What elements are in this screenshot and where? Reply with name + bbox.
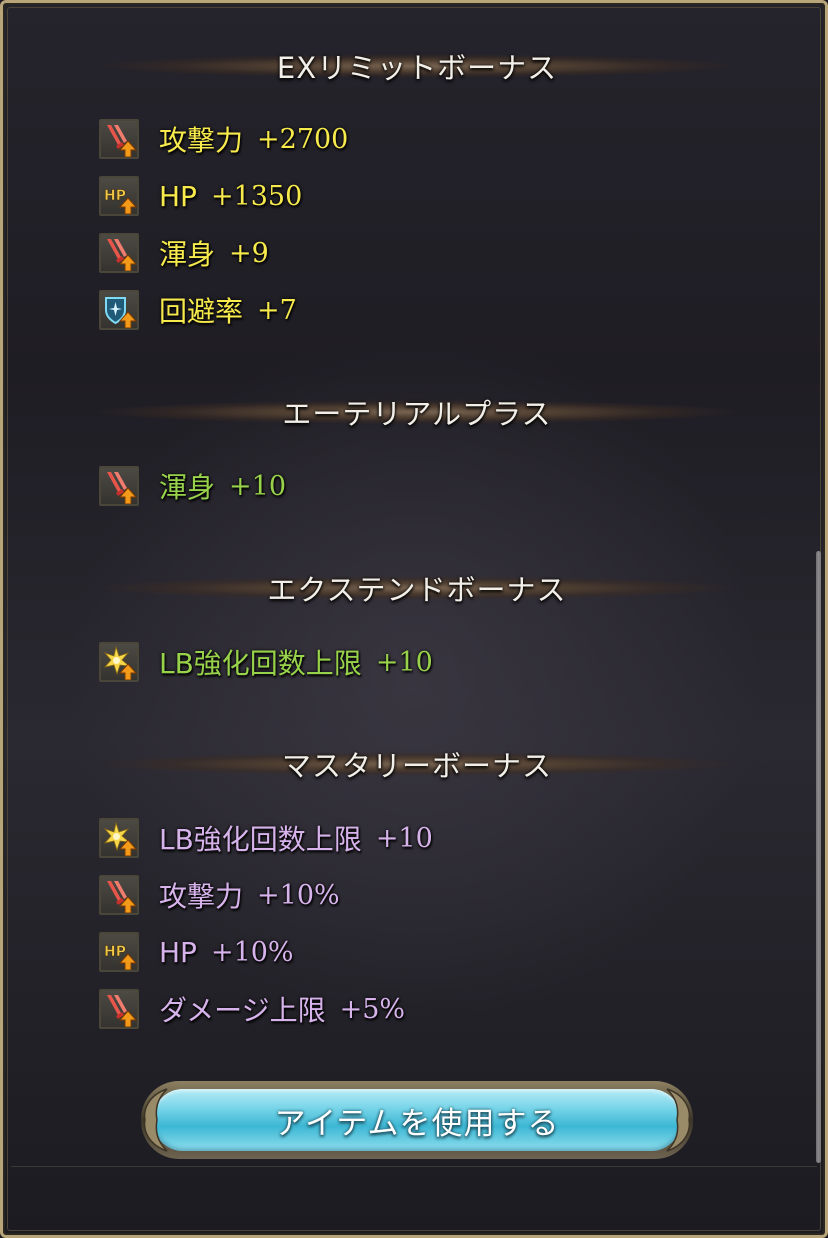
section-header-extend-bonus: エクステンドボーナス (95, 568, 739, 608)
bonus-name: LB強化回数上限 (159, 823, 362, 856)
section-title: マスタリーボーナス (281, 749, 552, 783)
star-up-icon (99, 818, 139, 858)
section-header-mastery-bonus: マスタリーボーナス (95, 744, 739, 784)
bonus-name: 回避率 (159, 295, 244, 328)
hp-up-icon (99, 176, 139, 216)
bonus-name: HP (159, 179, 197, 213)
bonus-value: +10 (375, 646, 433, 678)
section-title: エーテリアルプラス (282, 397, 552, 431)
bonus-panel: EXリミットボーナス 攻撃力 +2700 HP +1350 渾身 +9 回避率 … (0, 0, 828, 1238)
section-header-ex-limit: EXリミットボーナス (95, 46, 739, 86)
sword-up-icon (99, 989, 139, 1029)
bonus-row: LB強化回数上限 +10 (99, 816, 433, 860)
sword-up-icon (99, 119, 139, 159)
bonus-row: 攻撃力 +10% (99, 873, 340, 917)
bonus-value: +10 (375, 822, 433, 854)
bonus-name: 渾身 (159, 238, 216, 271)
bonus-row: HP +1350 (99, 174, 302, 218)
dodge-up-icon (99, 290, 139, 330)
bonus-value: +2700 (257, 123, 349, 155)
bonus-name: LB強化回数上限 (159, 647, 362, 680)
bonus-value: +10 (229, 470, 286, 502)
footer-divider (11, 1166, 817, 1167)
bonus-value: +10% (257, 879, 340, 911)
bonus-row: HP +10% (99, 930, 294, 974)
star-up-icon (99, 642, 139, 682)
bonus-value: +1350 (210, 180, 303, 212)
bonus-row: 渾身 +9 (99, 231, 269, 275)
scrollbar[interactable] (816, 551, 821, 1163)
bonus-value: +5% (339, 993, 406, 1025)
bonus-value: +9 (229, 237, 269, 269)
bonus-name: ダメージ上限 (159, 994, 326, 1027)
bonus-name: 攻撃力 (159, 124, 244, 157)
sword-up-icon (99, 233, 139, 273)
bonus-row: 攻撃力 +2700 (99, 117, 348, 161)
section-header-ethereal-plus: エーテリアルプラス (95, 392, 739, 432)
bonus-name: 渾身 (159, 471, 216, 504)
section-title: エクステンドボーナス (267, 573, 567, 607)
bonus-row: ダメージ上限 +5% (99, 987, 405, 1031)
bonus-value: +10% (210, 936, 294, 968)
bonus-value: +7 (257, 294, 297, 326)
sword-up-icon (99, 875, 139, 915)
use-item-button[interactable]: アイテムを使用する (141, 1081, 693, 1159)
sword-up-icon (99, 466, 139, 506)
bonus-name: HP (159, 935, 197, 969)
bonus-row: 回避率 +7 (99, 288, 297, 332)
bonus-row: LB強化回数上限 +10 (99, 640, 433, 684)
hp-up-icon (99, 932, 139, 972)
section-title: EXリミットボーナス (276, 51, 558, 85)
bonus-name: 攻撃力 (159, 880, 244, 913)
use-item-label: アイテムを使用する (274, 1105, 560, 1142)
bonus-row: 渾身 +10 (99, 464, 286, 508)
